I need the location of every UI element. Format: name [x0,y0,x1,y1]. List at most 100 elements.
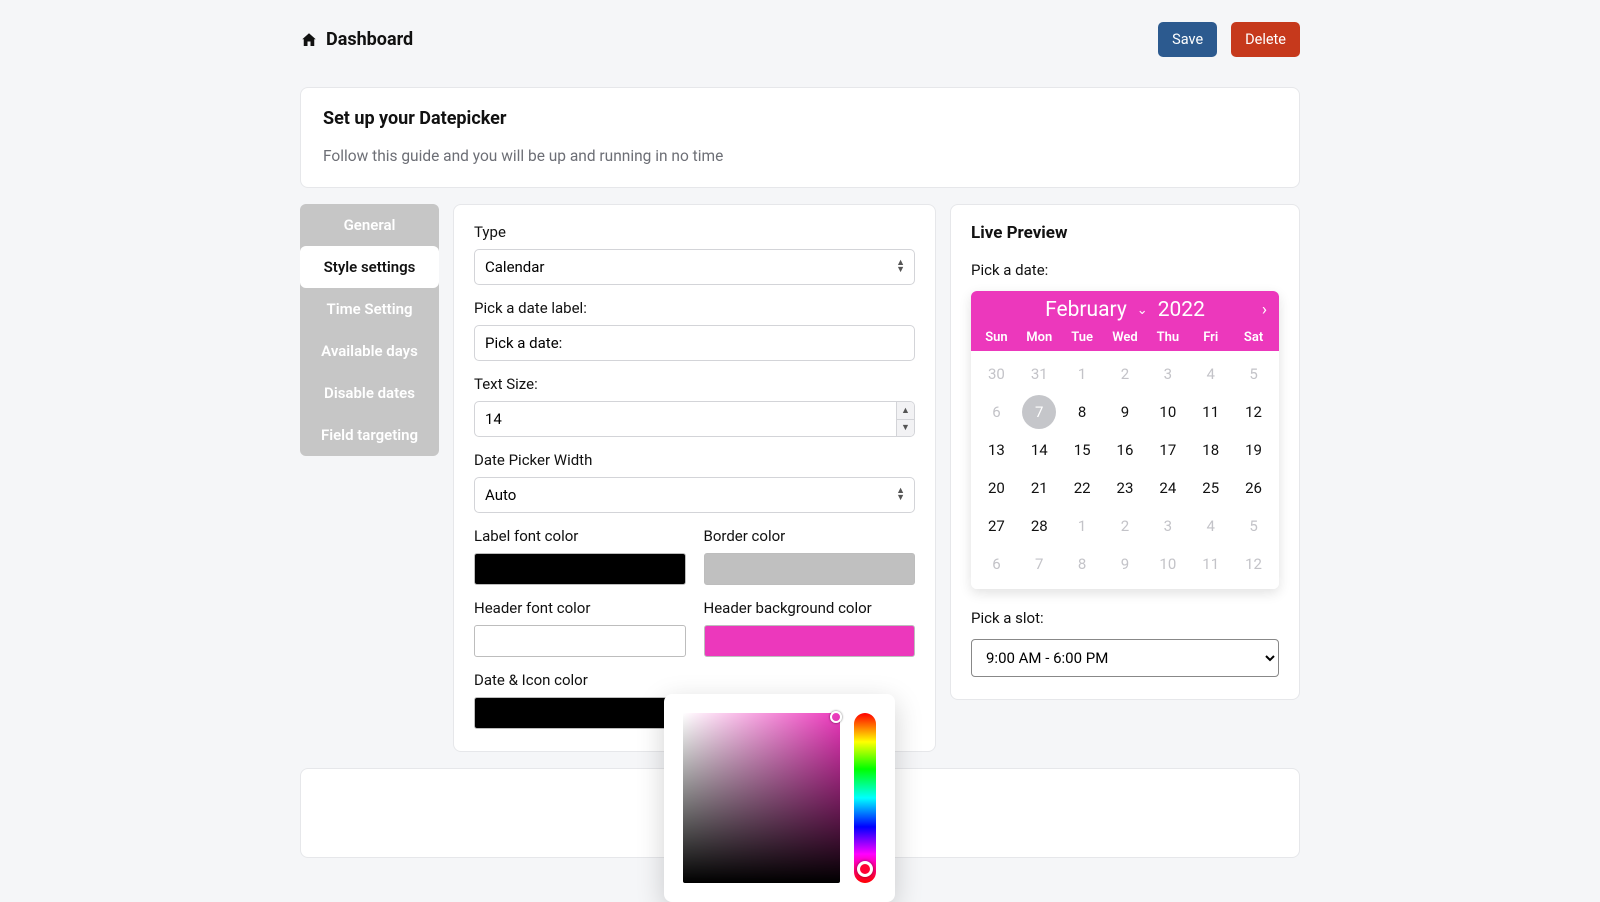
color-sv-plane[interactable] [683,713,840,883]
calendar-day: 4 [1189,357,1232,391]
home-icon [300,31,318,49]
text-size-input[interactable] [474,401,915,437]
sidebar-item-time-setting[interactable]: Time Setting [300,288,439,330]
sidebar-item-style-settings[interactable]: Style settings [300,246,439,288]
brand: Dashboard [300,29,413,50]
text-size-label: Text Size: [474,375,915,393]
calendar-day[interactable]: 27 [975,509,1018,543]
width-label: Date Picker Width [474,451,915,469]
sidebar: GeneralStyle settingsTime SettingAvailab… [300,204,439,456]
slot-select[interactable]: 9:00 AM - 6:00 PM [971,639,1279,677]
label-font-color-label: Label font color [474,527,686,545]
calendar: February ⌄ 2022 › SunMonTueWedThuFriSat … [971,291,1279,589]
pick-date-label: Pick a date: [971,261,1279,279]
hue-cursor[interactable] [857,861,873,877]
sidebar-item-general[interactable]: General [300,204,439,246]
calendar-day[interactable]: 28 [1018,509,1061,543]
date-icon-color-label: Date & Icon color [474,671,686,689]
calendar-day[interactable]: 21 [1018,471,1061,505]
calendar-dow: Fri [1189,330,1232,345]
chevron-right-icon[interactable]: › [1262,300,1267,320]
calendar-day: 1 [1061,509,1104,543]
calendar-day: 12 [1232,547,1275,581]
calendar-dow: Mon [1018,330,1061,345]
calendar-day: 3 [1146,357,1189,391]
calendar-day[interactable]: 14 [1018,433,1061,467]
calendar-dow: Tue [1061,330,1104,345]
calendar-day[interactable]: 8 [1061,395,1104,429]
calendar-day[interactable]: 17 [1146,433,1189,467]
calendar-day[interactable]: 22 [1061,471,1104,505]
width-select[interactable] [474,477,915,513]
calendar-day: 30 [975,357,1018,391]
calendar-day: 6 [975,547,1018,581]
live-preview-card: Live Preview Pick a date: February ⌄ 202… [950,204,1300,700]
calendar-day: 4 [1189,509,1232,543]
calendar-day: 5 [1232,509,1275,543]
calendar-day[interactable]: 19 [1232,433,1275,467]
delete-button[interactable]: Delete [1231,22,1300,57]
pick-slot-label: Pick a slot: [971,609,1279,627]
date-label-input[interactable] [474,325,915,361]
calendar-day[interactable]: 11 [1189,395,1232,429]
calendar-month[interactable]: February [1045,298,1127,322]
sidebar-item-available-days[interactable]: Available days [300,330,439,372]
border-color-label: Border color [704,527,916,545]
calendar-day[interactable]: 13 [975,433,1018,467]
header-font-color-label: Header font color [474,599,686,617]
preview-title: Live Preview [971,223,1279,243]
calendar-day: 8 [1061,547,1104,581]
calendar-day[interactable]: 9 [1104,395,1147,429]
type-select[interactable] [474,249,915,285]
calendar-day[interactable]: 23 [1104,471,1147,505]
calendar-day[interactable]: 7 [1022,395,1056,429]
stepper-up-icon[interactable]: ▲ [897,402,914,420]
calendar-day: 9 [1104,547,1147,581]
type-label: Type [474,223,915,241]
calendar-day[interactable]: 10 [1146,395,1189,429]
calendar-day[interactable]: 16 [1104,433,1147,467]
calendar-day: 31 [1018,357,1061,391]
header-font-color-swatch[interactable] [474,625,686,657]
calendar-dow: Thu [1146,330,1189,345]
calendar-year[interactable]: 2022 [1158,298,1205,322]
calendar-day[interactable]: 18 [1189,433,1232,467]
calendar-day[interactable]: 26 [1232,471,1275,505]
calendar-day: 2 [1104,357,1147,391]
calendar-dow: Wed [1104,330,1147,345]
date-label-label: Pick a date label: [474,299,915,317]
calendar-day: 11 [1189,547,1232,581]
calendar-day[interactable]: 24 [1146,471,1189,505]
calendar-day[interactable]: 15 [1061,433,1104,467]
calendar-day: 10 [1146,547,1189,581]
calendar-dow: Sun [975,330,1018,345]
page-title: Set up your Datepicker [323,108,1277,129]
brand-label: Dashboard [326,29,413,50]
header-bg-color-swatch[interactable] [704,625,916,657]
border-color-swatch[interactable] [704,553,916,585]
page-header-card: Set up your Datepicker Follow this guide… [300,87,1300,188]
calendar-day[interactable]: 12 [1232,395,1275,429]
calendar-day: 1 [1061,357,1104,391]
style-settings-form: Type ▲▼ Pick a date label: Text Size: ▲ … [453,204,936,752]
color-picker-popover[interactable] [664,694,895,902]
calendar-dow: Sat [1232,330,1275,345]
save-button[interactable]: Save [1158,22,1217,57]
calendar-day[interactable]: 20 [975,471,1018,505]
calendar-day: 7 [1018,547,1061,581]
label-font-color-swatch[interactable] [474,553,686,585]
page-subtitle: Follow this guide and you will be up and… [323,147,1277,165]
calendar-day[interactable]: 25 [1189,471,1232,505]
color-hue-slider[interactable] [854,713,876,883]
sidebar-item-field-targeting[interactable]: Field targeting [300,414,439,456]
chevron-down-icon[interactable]: ⌄ [1137,303,1148,318]
calendar-day: 6 [975,395,1018,429]
sidebar-item-disable-dates[interactable]: Disable dates [300,372,439,414]
sv-cursor[interactable] [830,711,842,723]
calendar-day: 2 [1104,509,1147,543]
stepper-down-icon[interactable]: ▼ [897,420,914,437]
calendar-day: 5 [1232,357,1275,391]
header-bg-color-label: Header background color [704,599,916,617]
date-icon-color-swatch[interactable] [474,697,686,729]
calendar-day: 3 [1146,509,1189,543]
